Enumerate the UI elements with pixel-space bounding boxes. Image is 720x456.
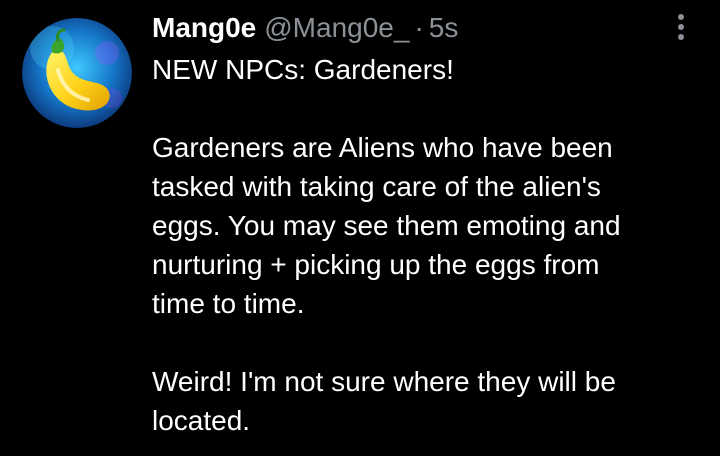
tweet-text-line: NEW NPCs: Gardeners!	[152, 54, 454, 85]
tweet-text-line: nurturing + picking up the eggs from	[152, 249, 600, 280]
eggplant-icon	[22, 18, 132, 128]
tweet-text-line: Weird! I'm not sure where they will be	[152, 366, 616, 397]
tweet-text-line: time to time.	[152, 288, 305, 319]
tweet-text-line: eggs. You may see them emoting and	[152, 210, 621, 241]
more-options-button[interactable]	[664, 10, 698, 44]
tweet-text-line: located.	[152, 405, 251, 436]
tweet-timestamp[interactable]: 5s	[429, 10, 459, 46]
tweet-text: NEW NPCs: Gardeners! Gardeners are Alien…	[152, 50, 712, 440]
author-handle[interactable]: @Mang0e_	[264, 10, 409, 46]
tweet[interactable]: Mang0e @Mang0e_ · 5s NEW NPCs: Gardeners…	[0, 0, 720, 456]
avatar[interactable]	[22, 18, 132, 128]
author-display-name[interactable]: Mang0e	[152, 10, 256, 46]
more-vertical-icon	[678, 14, 684, 40]
header-separator: ·	[414, 12, 424, 43]
tweet-text-line: tasked with taking care of the alien's	[152, 171, 601, 202]
tweet-header: Mang0e @Mang0e_ · 5s	[152, 10, 458, 46]
tweet-text-line: Gardeners are Aliens who have been	[152, 132, 613, 163]
